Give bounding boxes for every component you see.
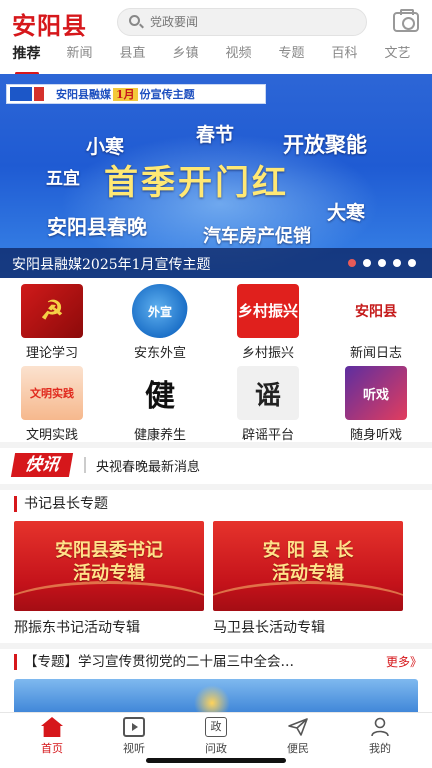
topic-banner-image[interactable] xyxy=(14,679,418,713)
strip-month: 1月 xyxy=(113,88,138,101)
divider xyxy=(0,643,432,649)
nav-inquiry[interactable]: 政 问政 xyxy=(186,717,246,761)
banner-strip: 安阳县融媒 1月 份宣传主题 xyxy=(6,84,266,104)
strip-prefix: 安阳县融媒 xyxy=(56,88,111,101)
news-flash-text[interactable]: 央视春晚最新消息 xyxy=(96,456,200,475)
search-icon xyxy=(128,14,144,30)
card-label[interactable]: 马卫县长活动专辑 xyxy=(213,617,325,637)
grid-label: 文明实践 xyxy=(25,428,78,443)
nav-label: 首页 xyxy=(41,742,63,755)
grid-item-outreach[interactable]: 外宣 安东外宣 xyxy=(108,282,208,361)
party-emblem-icon: ☭ xyxy=(21,284,83,338)
grid-label: 随身听戏 xyxy=(349,428,402,443)
tab-towns[interactable]: 乡镇 xyxy=(159,42,212,74)
nav-home[interactable]: 首页 xyxy=(22,717,82,761)
tab-special[interactable]: 专题 xyxy=(265,42,318,74)
news-flash-badge: 快讯 xyxy=(10,453,74,477)
magnifier-icon: 谣 xyxy=(237,366,299,420)
card-title-line1: 安阳县委书记 xyxy=(55,540,163,561)
wenzheng-icon: 政 xyxy=(205,717,227,737)
paper-plane-icon xyxy=(287,717,309,737)
section-title: 书记县长专题 xyxy=(14,494,108,514)
tab-arts[interactable]: 文艺 xyxy=(371,42,424,74)
carousel-dot[interactable] xyxy=(363,259,371,267)
topic-title[interactable]: 【专题】学习宣传贯彻党的二十届三中全会… xyxy=(24,652,364,672)
banner-word-chunwan: 安阳县春晚 xyxy=(47,215,147,239)
channel-tabs: 推荐 新闻 县直 乡镇 视频 专题 百科 文艺 xyxy=(0,42,432,74)
grid-label: 健康养生 xyxy=(133,428,186,443)
search-input[interactable] xyxy=(150,15,350,29)
nav-services[interactable]: 便民 xyxy=(268,717,328,761)
grid-item-newslog[interactable]: 安阳县 新闻日志 xyxy=(324,282,424,361)
tab-news[interactable]: 新闻 xyxy=(53,42,106,74)
more-link[interactable]: 更多》 xyxy=(386,652,422,672)
home-indicator[interactable] xyxy=(146,758,286,763)
tv-icon xyxy=(123,717,145,737)
nav-label: 我的 xyxy=(369,742,391,755)
grid-item-theory[interactable]: ☭ 理论学习 xyxy=(0,282,100,361)
nav-mine[interactable]: 我的 xyxy=(350,717,410,761)
grid-label: 安东外宣 xyxy=(133,346,186,361)
banner-word-wuyi: 五宜 xyxy=(46,169,80,189)
feature-card-magistrate[interactable]: 安 阳 县 长活动专辑 xyxy=(213,521,403,611)
nav-video[interactable]: 视听 xyxy=(104,717,164,761)
tab-video[interactable]: 视频 xyxy=(212,42,265,74)
rural-revitalization-icon: 乡村振兴 xyxy=(237,284,299,338)
nav-label: 问政 xyxy=(205,742,227,755)
nav-label: 便民 xyxy=(287,742,309,755)
feature-card-secretary[interactable]: 安阳县委书记 活动专辑 xyxy=(14,521,204,611)
tab-wiki[interactable]: 百科 xyxy=(318,42,371,74)
card-title-line2: 活动专辑 xyxy=(73,563,145,584)
globe-icon: 外宣 xyxy=(132,284,188,338)
banner-caption: 安阳县融媒2025年1月宣传主题 xyxy=(12,257,211,273)
card-label[interactable]: 邢振东书记活动专辑 xyxy=(14,617,140,637)
grid-item-civilization[interactable]: 文明实践 文明实践 xyxy=(0,364,100,443)
news-flash[interactable]: 快讯 央视春晚最新消息 xyxy=(0,448,432,484)
card-title-line2: 活动专辑 xyxy=(272,563,344,584)
tab-county[interactable]: 县直 xyxy=(106,42,159,74)
strip-suffix: 份宣传主题 xyxy=(139,88,195,101)
divider xyxy=(0,484,432,490)
banner-headline: 首季开门红 xyxy=(104,163,289,203)
grid-label: 理论学习 xyxy=(25,346,78,361)
banner-caption-bar: 安阳县融媒2025年1月宣传主题 xyxy=(0,248,432,278)
carousel-dot[interactable] xyxy=(378,259,386,267)
nav-label: 视听 xyxy=(123,742,145,755)
camera-icon[interactable] xyxy=(393,9,419,32)
heart-hands-icon: 文明实践 xyxy=(21,366,83,420)
banner-carousel[interactable]: 安阳县融媒 1月 份宣传主题 小寒 春节 开放聚能 五宜 首季开门红 大寒 安阳县春… xyxy=(0,74,432,278)
carousel-dot[interactable] xyxy=(348,259,356,267)
grid-label: 新闻日志 xyxy=(349,346,402,361)
card-title-line1: 安 阳 县 长 xyxy=(262,540,354,561)
tab-recommend[interactable]: 推荐 xyxy=(0,42,53,74)
banner-word-dahan: 大寒 xyxy=(327,202,366,224)
grid-item-health[interactable]: 健 健康养生 xyxy=(108,364,208,443)
opera-icon: 听戏 xyxy=(345,366,407,420)
grid-item-rural[interactable]: 乡村振兴 乡村振兴 xyxy=(216,282,316,361)
grid-label: 辟谣平台 xyxy=(241,428,294,443)
topic-row[interactable]: 【专题】学习宣传贯彻党的二十届三中全会… 更多》 xyxy=(14,652,424,672)
carousel-indicator[interactable] xyxy=(348,259,416,267)
carousel-dot[interactable] xyxy=(408,259,416,267)
app-header: 安阳县 xyxy=(0,0,432,42)
app-logo: 安阳县 xyxy=(12,11,87,40)
home-icon xyxy=(41,717,63,737)
banner-word-qiche: 汽车房产促销 xyxy=(203,226,311,247)
county-logo-icon: 安阳县 xyxy=(345,284,407,338)
search-bar[interactable] xyxy=(117,8,367,36)
banner-word-kaifang: 开放聚能 xyxy=(283,132,367,157)
grid-item-rumor[interactable]: 谣 辟谣平台 xyxy=(216,364,316,443)
service-grid: ☭ 理论学习 外宣 安东外宣 乡村振兴 乡村振兴 安阳县 新闻日志 文明实践 文… xyxy=(0,282,432,443)
grid-label: 乡村振兴 xyxy=(241,346,294,361)
carousel-dot[interactable] xyxy=(393,259,401,267)
user-icon xyxy=(369,717,391,737)
grid-item-opera[interactable]: 听戏 随身听戏 xyxy=(324,364,424,443)
divider xyxy=(84,457,86,473)
banner-word-chunjie: 春节 xyxy=(196,124,235,146)
health-calligraphy-icon: 健 xyxy=(129,366,191,420)
